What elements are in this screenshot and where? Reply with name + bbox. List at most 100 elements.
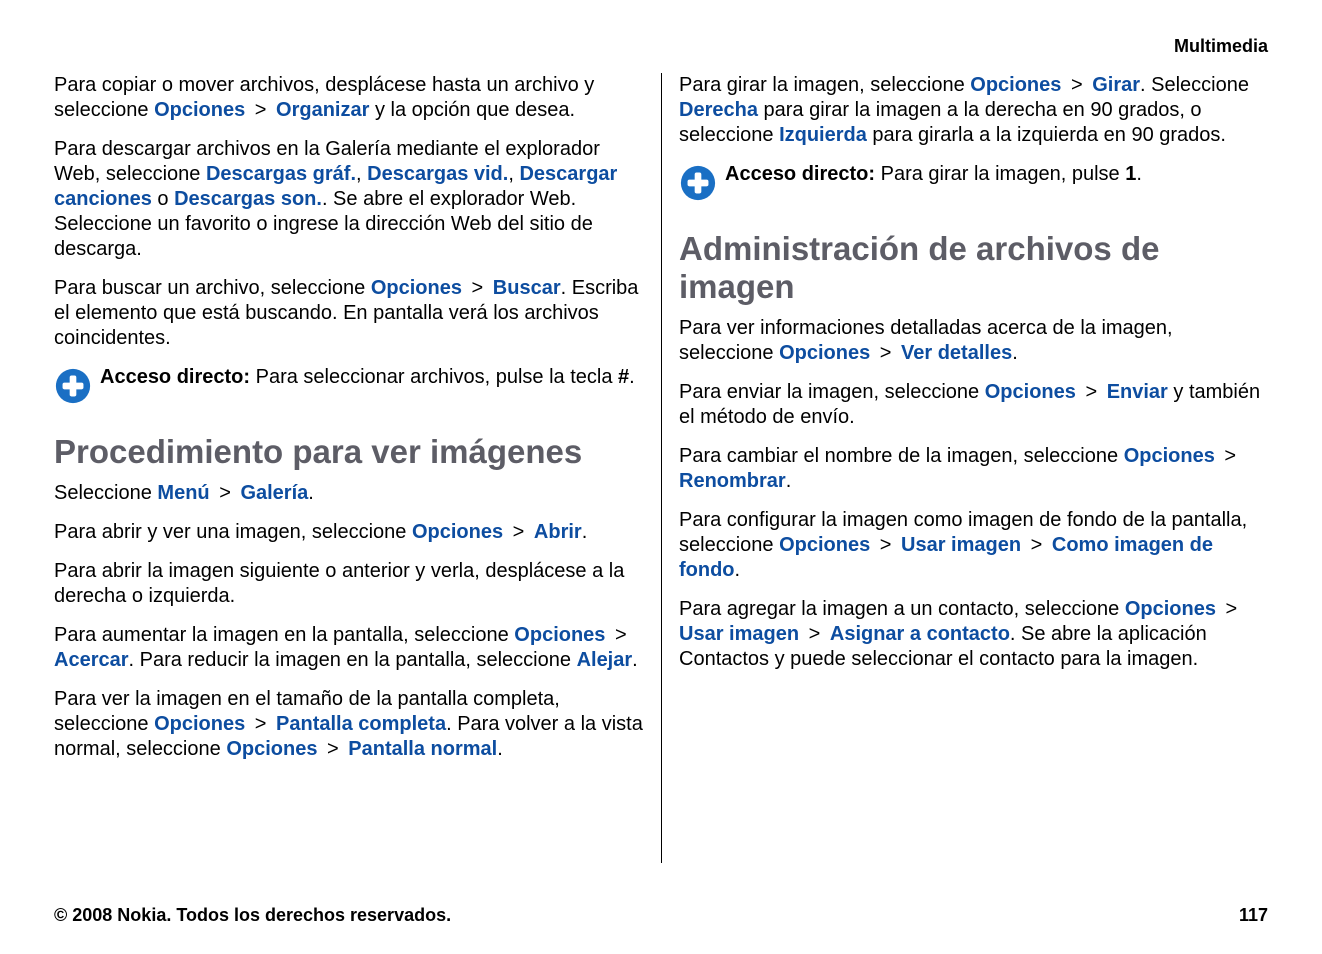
separator: > <box>876 533 896 558</box>
text: . <box>629 366 635 388</box>
shortcut-text: Acceso directo: Para seleccionar archivo… <box>100 365 635 390</box>
link-opciones[interactable]: Opciones <box>412 521 503 543</box>
link-asignar-contacto[interactable]: Asignar a contacto <box>830 623 1010 645</box>
text: Seleccione <box>54 482 157 504</box>
copyright: © 2008 Nokia. Todos los derechos reserva… <box>54 905 451 926</box>
separator: > <box>1081 380 1101 405</box>
text: Para aumentar la imagen en la pantalla, … <box>54 624 514 646</box>
paragraph: Para girar la imagen, seleccione Opcione… <box>679 73 1268 148</box>
shortcut-label: Acceso directo: <box>725 163 875 185</box>
key: # <box>618 366 629 388</box>
separator: > <box>805 622 825 647</box>
link-descargas-vid[interactable]: Descargas vid. <box>367 163 508 185</box>
separator: > <box>1067 73 1087 98</box>
heading-administracion: Administración de archivos de imagen <box>679 230 1268 306</box>
text: Para seleccionar archivos, pulse la tecl… <box>250 366 618 388</box>
text: y la opción que desea. <box>375 99 575 121</box>
link-enviar[interactable]: Enviar <box>1107 381 1168 403</box>
link-girar[interactable]: Girar <box>1092 74 1140 96</box>
text: . <box>786 470 792 492</box>
plus-icon <box>679 164 717 202</box>
plus-icon <box>54 367 92 405</box>
shortcut-text: Acceso directo: Para girar la imagen, pu… <box>725 162 1142 187</box>
text: . <box>582 521 588 543</box>
separator: > <box>1220 444 1240 469</box>
left-column: Para copiar o mover archivos, desplácese… <box>54 73 661 858</box>
separator: > <box>509 520 529 545</box>
column-divider <box>661 73 662 863</box>
text: Para cambiar el nombre de la imagen, sel… <box>679 445 1124 467</box>
shortcut: Acceso directo: Para seleccionar archivo… <box>54 365 643 405</box>
text: Para agregar la imagen a un contacto, se… <box>679 598 1125 620</box>
text: . <box>735 559 741 581</box>
link-menu[interactable]: Menú <box>157 482 209 504</box>
paragraph: Para cambiar el nombre de la imagen, sel… <box>679 444 1268 494</box>
text: , <box>356 163 367 185</box>
paragraph: Para enviar la imagen, seleccione Opcion… <box>679 380 1268 430</box>
link-opciones[interactable]: Opciones <box>1124 445 1215 467</box>
text: . <box>1136 163 1142 185</box>
text: Para girar la imagen, pulse <box>875 163 1125 185</box>
text: . Seleccione <box>1140 74 1249 96</box>
link-usar-imagen[interactable]: Usar imagen <box>901 534 1021 556</box>
separator: > <box>1027 533 1047 558</box>
paragraph: Para buscar un archivo, seleccione Opcio… <box>54 276 643 351</box>
paragraph: Para ver informaciones detalladas acerca… <box>679 316 1268 366</box>
text: . <box>497 738 503 760</box>
heading-procedimiento: Procedimiento para ver imágenes <box>54 433 643 471</box>
link-descargas-son[interactable]: Descargas son. <box>174 188 322 210</box>
page-header: Multimedia <box>54 36 1268 57</box>
shortcut: Acceso directo: Para girar la imagen, pu… <box>679 162 1268 202</box>
text: . Para reducir la imagen en la pantalla,… <box>129 649 577 671</box>
page-footer: © 2008 Nokia. Todos los derechos reserva… <box>54 905 1268 926</box>
separator: > <box>876 341 896 366</box>
text: Para enviar la imagen, seleccione <box>679 381 985 403</box>
separator: > <box>251 712 271 737</box>
link-opciones[interactable]: Opciones <box>226 738 317 760</box>
shortcut-label: Acceso directo: <box>100 366 250 388</box>
link-opciones[interactable]: Opciones <box>154 713 245 735</box>
link-usar-imagen[interactable]: Usar imagen <box>679 623 799 645</box>
text: Para buscar un archivo, seleccione <box>54 277 371 299</box>
separator: > <box>215 481 235 506</box>
paragraph: Para ver la imagen en el tamaño de la pa… <box>54 687 643 762</box>
link-opciones[interactable]: Opciones <box>779 342 870 364</box>
link-abrir[interactable]: Abrir <box>534 521 582 543</box>
link-alejar[interactable]: Alejar <box>577 649 633 671</box>
paragraph: Para copiar o mover archivos, desplácese… <box>54 73 643 123</box>
link-buscar[interactable]: Buscar <box>493 277 561 299</box>
link-opciones[interactable]: Opciones <box>779 534 870 556</box>
content-area: Para copiar o mover archivos, desplácese… <box>54 73 1268 858</box>
link-ver-detalles[interactable]: Ver detalles <box>901 342 1012 364</box>
separator: > <box>323 737 343 762</box>
text: Para abrir y ver una imagen, seleccione <box>54 521 412 543</box>
paragraph: Seleccione Menú > Galería. <box>54 481 643 506</box>
text: o <box>152 188 174 210</box>
link-organizar[interactable]: Organizar <box>276 99 369 121</box>
paragraph: Para configurar la imagen como imagen de… <box>679 508 1268 583</box>
link-pantalla-normal[interactable]: Pantalla normal <box>348 738 497 760</box>
link-opciones[interactable]: Opciones <box>985 381 1076 403</box>
link-galeria[interactable]: Galería <box>240 482 308 504</box>
link-opciones[interactable]: Opciones <box>1125 598 1216 620</box>
link-izquierda[interactable]: Izquierda <box>779 124 867 146</box>
link-opciones[interactable]: Opciones <box>514 624 605 646</box>
link-renombrar[interactable]: Renombrar <box>679 470 786 492</box>
separator: > <box>1222 597 1242 622</box>
link-opciones[interactable]: Opciones <box>371 277 462 299</box>
text: Para girar la imagen, seleccione <box>679 74 970 96</box>
link-derecha[interactable]: Derecha <box>679 99 758 121</box>
link-acercar[interactable]: Acercar <box>54 649 129 671</box>
separator: > <box>611 623 631 648</box>
text: para girarla a la izquierda en 90 grados… <box>867 124 1226 146</box>
paragraph: Para abrir la imagen siguiente o anterio… <box>54 559 643 609</box>
link-opciones[interactable]: Opciones <box>154 99 245 121</box>
paragraph: Para aumentar la imagen en la pantalla, … <box>54 623 643 673</box>
link-opciones[interactable]: Opciones <box>970 74 1061 96</box>
separator: > <box>251 98 271 123</box>
right-column: Para girar la imagen, seleccione Opcione… <box>661 73 1268 858</box>
paragraph: Para agregar la imagen a un contacto, se… <box>679 597 1268 672</box>
link-descargas-graf[interactable]: Descargas gráf. <box>206 163 356 185</box>
paragraph: Para abrir y ver una imagen, seleccione … <box>54 520 643 545</box>
link-pantalla-completa[interactable]: Pantalla completa <box>276 713 446 735</box>
